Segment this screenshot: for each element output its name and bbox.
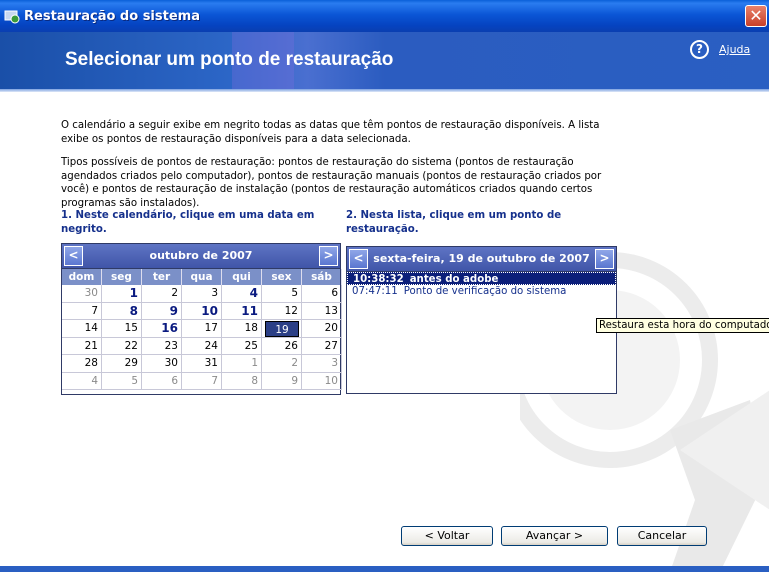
header-banner: Selecionar um ponto de restauração ? Aju… [0, 32, 769, 89]
restore-point-item[interactable]: 07:47:11 Ponto de verificação do sistema [347, 285, 616, 298]
calendar-day-cell[interactable]: 16 [142, 320, 182, 338]
calendar-weekday-row: dom seg ter qua qui sex sáb [62, 269, 342, 285]
calendar-day-cell[interactable]: 2 [142, 285, 182, 303]
calendar-month-label: outubro de 2007 [149, 249, 253, 262]
list-next-day-button[interactable]: > [595, 249, 614, 269]
help-link[interactable]: Ajuda [719, 43, 750, 56]
list-date-label: sexta-feira, 19 de outubro de 2007 [373, 252, 590, 265]
calendar-day-cell[interactable]: 9 [262, 372, 302, 390]
calendar-day-cell[interactable]: 15 [102, 320, 142, 338]
page-title: Selecionar um ponto de restauração [65, 49, 394, 70]
restore-point-time: 10:38:32 [353, 274, 404, 285]
calendar-day-cell[interactable]: 20 [302, 320, 342, 338]
calendar-next-month-button[interactable]: > [319, 246, 338, 266]
restore-point-list: < sexta-feira, 19 de outubro de 2007 > 1… [346, 246, 617, 394]
window-title: Restauração do sistema [24, 8, 200, 24]
calendar-day-cell[interactable]: 22 [102, 337, 142, 355]
calendar: < outubro de 2007 > dom seg ter qua qui … [61, 243, 342, 395]
calendar-day-cell[interactable]: 4 [62, 372, 102, 390]
calendar-day-cell[interactable]: 9 [142, 302, 182, 320]
weekday-label: dom [62, 269, 102, 285]
weekday-label: sáb [302, 269, 342, 285]
calendar-day-cell[interactable]: 14 [62, 320, 102, 338]
calendar-day-cell[interactable]: 17 [182, 320, 222, 338]
calendar-day-cell[interactable]: 6 [142, 372, 182, 390]
description-paragraph-2: Tipos possíveis de pontos de restauração… [61, 157, 602, 209]
selected-day-label: 19 [265, 321, 299, 337]
calendar-day-cell[interactable]: 25 [222, 337, 262, 355]
calendar-day-cell[interactable]: 11 [222, 302, 262, 320]
calendar-day-cell[interactable]: 8 [102, 302, 142, 320]
calendar-day-cell[interactable]: 13 [302, 302, 342, 320]
step1-label: 1. Neste calendário, clique em uma data … [61, 210, 315, 235]
calendar-day-cell[interactable]: 10 [302, 372, 342, 390]
calendar-day-cell[interactable]: 5 [102, 372, 142, 390]
calendar-day-cell[interactable]: 26 [262, 337, 302, 355]
cancel-button[interactable]: Cancelar [617, 526, 707, 546]
title-bar: Restauração do sistema ✕ [0, 0, 769, 32]
step2-label: 2. Nesta lista, clique em um ponto de re… [346, 210, 562, 235]
weekday-label: sex [262, 269, 302, 285]
calendar-day-grid: 30 1 2 3 4 5 6 7 8 9 10 11 12 13 14 15 16 17 18 19 20 21 22 23 2… [62, 285, 342, 390]
calendar-day-cell[interactable]: 6 [302, 285, 342, 303]
weekday-label: ter [142, 269, 182, 285]
next-button[interactable]: Avançar > [501, 526, 608, 546]
calendar-day-cell[interactable]: 19 [262, 320, 302, 338]
calendar-day-cell[interactable]: 8 [222, 372, 262, 390]
calendar-day-cell[interactable]: 21 [62, 337, 102, 355]
restore-point-item[interactable]: 10:38:32 antes do adobe [347, 272, 616, 285]
list-prev-day-button[interactable]: < [349, 249, 368, 269]
calendar-day-cell[interactable]: 29 [102, 355, 142, 373]
calendar-day-cell[interactable]: 2 [262, 355, 302, 373]
calendar-day-cell[interactable]: 24 [182, 337, 222, 355]
weekday-label: qua [182, 269, 222, 285]
calendar-day-cell[interactable]: 4 [222, 285, 262, 303]
weekday-label: qui [222, 269, 262, 285]
calendar-day-cell[interactable]: 7 [182, 372, 222, 390]
calendar-day-cell[interactable]: 3 [302, 355, 342, 373]
calendar-day-cell[interactable]: 28 [62, 355, 102, 373]
calendar-day-cell[interactable]: 23 [142, 337, 182, 355]
calendar-day-cell[interactable]: 5 [262, 285, 302, 303]
restore-point-time: 07:47:11 [352, 286, 398, 297]
close-button[interactable]: ✕ [745, 5, 767, 27]
restore-point-label: Ponto de verificação do sistema [403, 286, 567, 297]
calendar-day-cell[interactable]: 30 [142, 355, 182, 373]
back-button[interactable]: < Voltar [401, 526, 493, 546]
system-restore-icon [4, 10, 20, 24]
calendar-header: < outubro de 2007 > [62, 244, 340, 269]
calendar-day-cell[interactable]: 1 [102, 285, 142, 303]
calendar-day-cell[interactable]: 10 [182, 302, 222, 320]
calendar-day-cell[interactable]: 12 [262, 302, 302, 320]
restore-point-label: antes do adobe [409, 274, 499, 285]
tooltip: Restaura esta hora do computador [596, 318, 769, 333]
calendar-prev-month-button[interactable]: < [64, 246, 83, 266]
help-icon[interactable]: ? [690, 40, 709, 59]
calendar-day-cell[interactable]: 1 [222, 355, 262, 373]
weekday-label: seg [102, 269, 142, 285]
calendar-day-cell[interactable]: 18 [222, 320, 262, 338]
calendar-day-cell[interactable]: 27 [302, 337, 342, 355]
calendar-day-cell[interactable]: 30 [62, 285, 102, 303]
description-paragraph-1: O calendário a seguir exibe em negrito t… [61, 120, 600, 145]
calendar-day-cell[interactable]: 7 [62, 302, 102, 320]
list-header: < sexta-feira, 19 de outubro de 2007 > [347, 247, 616, 272]
calendar-day-cell[interactable]: 31 [182, 355, 222, 373]
calendar-day-cell[interactable]: 3 [182, 285, 222, 303]
